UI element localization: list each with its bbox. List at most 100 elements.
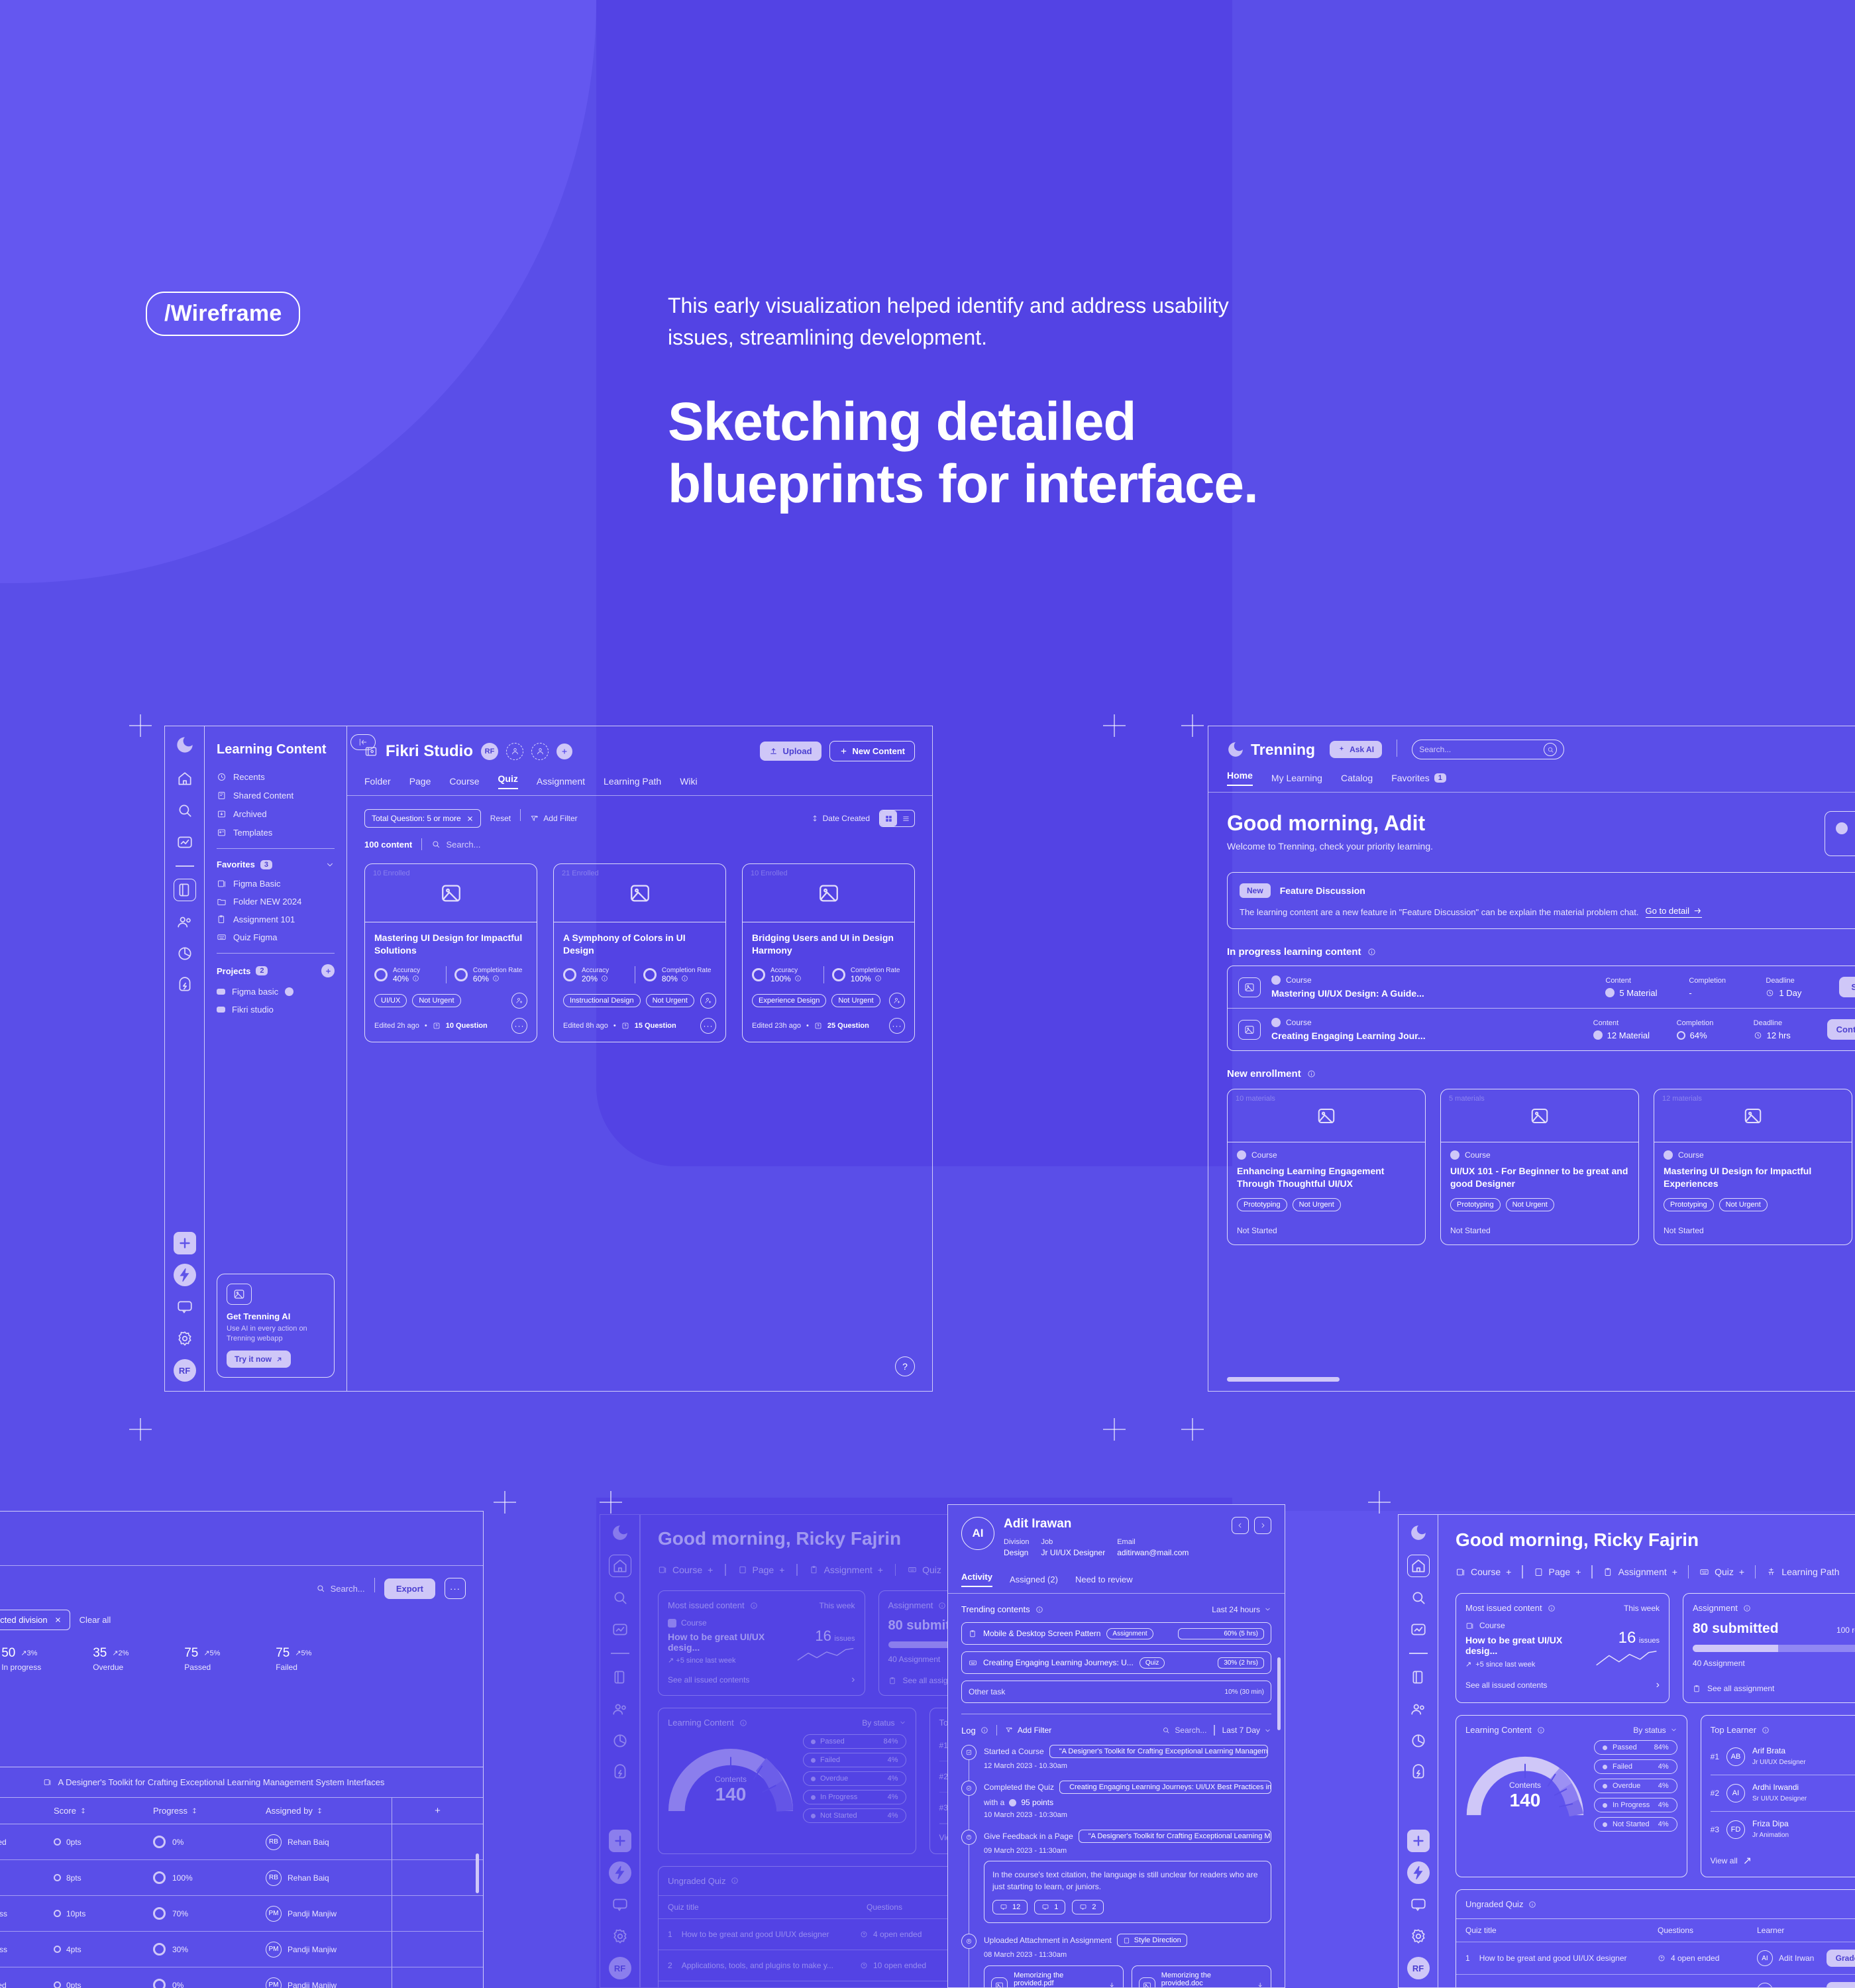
list-item[interactable]: Quiz Figma <box>217 932 335 942</box>
avatar-placeholder[interactable] <box>531 742 549 760</box>
sidebar-item-people[interactable] <box>1407 1698 1430 1720</box>
ai-shortcut-button[interactable] <box>173 1264 196 1286</box>
filter-chip-division[interactable]: Division : 2 selected division <box>0 1610 70 1631</box>
table-row[interactable]: rif BrataDesignUI/UX DesignerOverdue8pts… <box>0 1860 483 1896</box>
card-more-button[interactable]: ··· <box>511 1018 527 1034</box>
search-input[interactable]: Search... <box>1412 740 1565 759</box>
export-button[interactable]: Export <box>384 1578 435 1599</box>
assign-user-button[interactable] <box>511 993 527 1009</box>
next-button[interactable] <box>1254 1517 1271 1534</box>
list-view-button[interactable] <box>897 810 914 826</box>
avatar[interactable]: RF <box>481 742 498 760</box>
trending-item[interactable]: Mobile & Desktop Screen Pattern Assignme… <box>961 1622 1271 1645</box>
add-button[interactable] <box>173 1232 196 1254</box>
list-item[interactable]: #3FDFriza DipaJr Animation100p <box>1710 1811 1855 1848</box>
list-item[interactable]: Fikri studio <box>217 1005 335 1015</box>
sidebar-item-archived[interactable]: Archived <box>217 809 335 819</box>
list-item[interactable]: Course Mastering UI/UX Design: A Guide..… <box>1228 966 1855 1009</box>
tab-my-learning[interactable]: My Learning <box>1271 773 1322 783</box>
table-row[interactable]: ani NaonDesignUI/UX DesignerIn progress4… <box>0 1932 483 1967</box>
trending-item[interactable]: Other task 10% (30 min) <box>961 1681 1271 1704</box>
search-input[interactable]: Search... <box>431 840 480 850</box>
add-button[interactable] <box>608 1830 631 1852</box>
trending-period-dropdown[interactable]: Last 24 hours <box>1212 1605 1271 1614</box>
tab-quiz[interactable]: Quiz <box>498 773 518 789</box>
sidebar-item-content[interactable] <box>1407 1666 1430 1688</box>
ai-shortcut-button[interactable] <box>608 1861 631 1884</box>
table-row[interactable]: 1 How to be great and good UI/UX designer… <box>1456 1942 1855 1974</box>
sidebar-item-reports[interactable] <box>1407 1730 1430 1752</box>
list-item[interactable]: Folder NEW 2024 <box>217 897 335 907</box>
sidebar-item-home[interactable] <box>608 1555 631 1577</box>
ai-shortcut-button[interactable] <box>1406 1861 1430 1884</box>
quick-action-assignment[interactable]: Assignment + <box>810 1565 883 1575</box>
column-score[interactable]: Score <box>54 1806 76 1816</box>
vertical-scrollbar[interactable] <box>476 1853 479 1893</box>
log-period-dropdown[interactable]: Last 7 Day <box>1222 1726 1271 1735</box>
enrollment-card[interactable]: 10 materials Course Enhancing Learning E… <box>1227 1089 1426 1246</box>
sidebar-item-chat[interactable] <box>174 1296 196 1318</box>
sidebar-item-search[interactable] <box>174 799 196 822</box>
promo-cta-button[interactable]: Try it now <box>227 1351 292 1368</box>
avatar[interactable]: RF <box>608 1957 631 1979</box>
tab-activity[interactable]: Activity <box>961 1572 992 1587</box>
sidebar-item-shared-content[interactable]: Shared Content <box>217 791 335 801</box>
sidebar-item-people[interactable] <box>174 911 196 933</box>
tab-catalog[interactable]: Catalog <box>1341 773 1373 783</box>
status-dropdown[interactable]: By status <box>1633 1726 1677 1735</box>
attachment-item[interactable]: Memorizing the provided.doc 20.23kb <box>1132 1965 1271 1987</box>
see-all-issued-link[interactable]: See all issued contents › <box>1465 1679 1660 1691</box>
sidebar-item-content[interactable] <box>173 878 196 901</box>
sidebar-item-settings[interactable] <box>609 1925 631 1948</box>
log-chip[interactable]: "A Designer's Toolkit for Crafting Excep… <box>1078 1830 1271 1844</box>
add-filter-button[interactable]: Add Filter <box>1005 1726 1051 1735</box>
column-assigned-by[interactable]: Assigned by <box>266 1806 313 1816</box>
view-all-link[interactable]: View all↗ <box>1711 1854 1855 1867</box>
previous-button[interactable] <box>1232 1517 1249 1534</box>
sidebar-item-templates[interactable]: Templates <box>217 828 335 838</box>
sidebar-item-search[interactable] <box>609 1586 631 1609</box>
chevron-down-icon[interactable] <box>325 860 335 869</box>
sidebar-item-analytics[interactable] <box>609 1618 631 1641</box>
tab-home[interactable]: Home <box>1227 770 1253 786</box>
more-button[interactable]: ··· <box>445 1578 466 1600</box>
column-progress[interactable]: Progress <box>153 1806 187 1816</box>
add-button[interactable] <box>1406 1830 1430 1852</box>
upload-button[interactable]: Upload <box>760 742 822 761</box>
help-button[interactable]: ? <box>895 1356 915 1376</box>
assign-user-button[interactable] <box>889 993 905 1009</box>
assign-user-button[interactable] <box>700 993 716 1009</box>
list-item[interactable]: Course Creating Engaging Learning Jour..… <box>1228 1009 1855 1050</box>
start-button[interactable]: Start <box>1839 977 1855 998</box>
trending-item[interactable]: Creating Engaging Learning Journeys: U..… <box>961 1651 1271 1675</box>
sidebar-item-reports[interactable] <box>174 942 196 965</box>
active-filter-chip[interactable]: Total Question: 5 or more <box>364 809 481 828</box>
reset-button[interactable]: Reset <box>490 814 511 823</box>
quick-action-page[interactable]: Page + <box>738 1565 784 1575</box>
grade-now-button[interactable]: Grade Now <box>1826 1950 1855 1967</box>
sidebar-item-chat[interactable] <box>609 1893 631 1916</box>
sidebar-item-home[interactable] <box>174 767 196 790</box>
avatar[interactable]: RF <box>1406 1957 1430 1979</box>
log-chip[interactable]: Creating Engaging Learning Journeys: UI/… <box>1059 1781 1271 1795</box>
log-chip[interactable]: Style Direction <box>1116 1934 1187 1948</box>
add-member-button[interactable] <box>556 743 572 759</box>
status-dropdown[interactable]: By status <box>862 1718 906 1728</box>
vertical-scrollbar[interactable] <box>1277 1657 1281 1730</box>
sidebar-item-home[interactable] <box>1406 1555 1430 1577</box>
grid-view-button[interactable] <box>880 810 897 827</box>
log-chip[interactable]: "A Designer's Toolkit for Crafting Excep… <box>1049 1745 1268 1759</box>
grade-now-button[interactable]: Grade Now <box>1826 1982 1855 1987</box>
table-row[interactable]: rian DomaniHRaff Human ResourcesNot star… <box>0 1967 483 1988</box>
sidebar-item-content[interactable] <box>609 1666 631 1688</box>
table-row[interactable]: dit irwanDesignUI/UX DesignerNot started… <box>0 1824 483 1860</box>
enrollment-card[interactable]: 5 materials Course UI/UX 101 - For Begin… <box>1440 1089 1639 1246</box>
enrollment-card[interactable]: 12 materials Course Mastering UI Design … <box>1654 1089 1852 1246</box>
tab-learning-path[interactable]: Learning Path <box>604 776 661 787</box>
list-item[interactable]: #1ABArif BrataJr UI/UX Designer100p <box>1711 1739 1855 1775</box>
content-card[interactable]: 21 Enrolled A Symphony of Colors in UI D… <box>553 863 726 1043</box>
see-all-issued-link[interactable]: See all issued contents › <box>668 1674 855 1686</box>
table-row[interactable]: agus YuliHRd Human ResourcesIn progress1… <box>0 1896 483 1932</box>
table-row[interactable]: 2 Applications, tools, and plugins to mak… <box>1456 1974 1855 1987</box>
tab-folder[interactable]: Folder <box>364 776 391 787</box>
